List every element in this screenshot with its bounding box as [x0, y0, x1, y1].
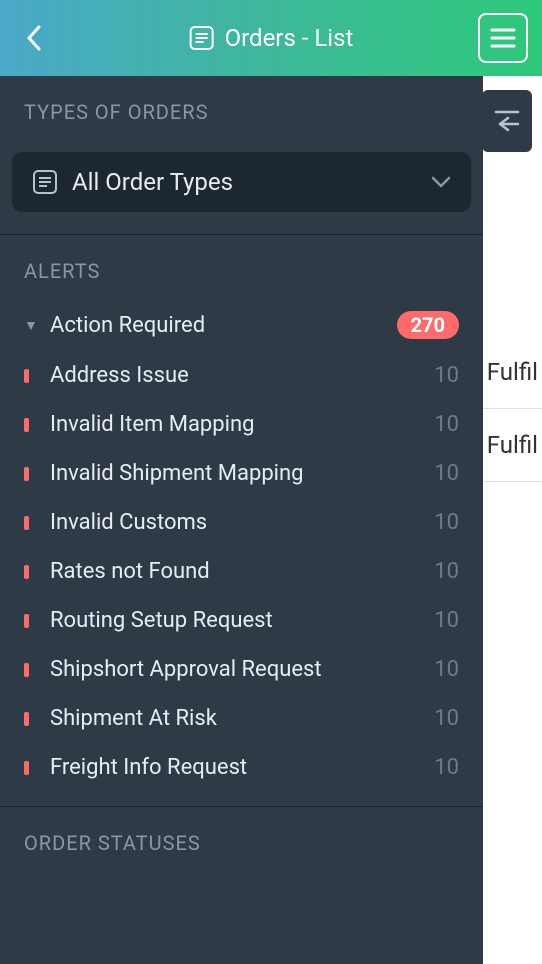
dropdown-value: All Order Types: [72, 168, 417, 196]
order-type-dropdown[interactable]: All Order Types: [12, 152, 471, 212]
alert-item[interactable]: Rates not Found 10: [24, 547, 459, 596]
alert-label: Freight Info Request: [50, 755, 434, 780]
alert-label: Invalid Customs: [50, 510, 434, 535]
alert-indicator-icon: [24, 614, 42, 628]
alert-count: 10: [434, 657, 459, 682]
alert-count: 10: [434, 363, 459, 388]
chevron-down-icon: [431, 176, 451, 188]
app-header: Orders - List: [0, 0, 542, 76]
alert-label: Rates not Found: [50, 559, 434, 584]
alert-item[interactable]: Invalid Item Mapping 10: [24, 400, 459, 449]
alert-indicator-icon: [24, 663, 42, 677]
alert-count: 10: [434, 510, 459, 535]
alert-label: Shipment At Risk: [50, 706, 434, 731]
section-statuses: ORDER STATUSES: [0, 807, 483, 871]
list-icon: [189, 25, 215, 51]
collapse-sidebar-button[interactable]: [482, 90, 532, 152]
alert-count: 10: [434, 706, 459, 731]
page-title-text: Orders - List: [225, 24, 354, 52]
alert-count: 10: [434, 559, 459, 584]
collapse-icon: [494, 110, 520, 132]
alert-indicator-icon: [24, 369, 42, 383]
chevron-left-icon: [26, 25, 42, 51]
alert-badge: 270: [397, 311, 459, 339]
types-label: TYPES OF ORDERS: [24, 100, 459, 124]
alert-item[interactable]: Shipshort Approval Request 10: [24, 645, 459, 694]
alert-indicator-icon: [24, 712, 42, 726]
alert-count: 10: [434, 461, 459, 486]
list-icon: [32, 169, 58, 195]
alert-item[interactable]: Routing Setup Request 10: [24, 596, 459, 645]
alert-item[interactable]: Invalid Customs 10: [24, 498, 459, 547]
alert-label: Routing Setup Request: [50, 608, 434, 633]
alert-indicator-icon: [24, 516, 42, 530]
back-button[interactable]: [14, 18, 54, 58]
menu-button[interactable]: [478, 13, 528, 63]
alert-item[interactable]: Freight Info Request 10: [24, 743, 459, 792]
hamburger-icon: [490, 28, 516, 48]
alert-indicator-icon: [24, 565, 42, 579]
alert-indicator-icon: [24, 418, 42, 432]
alerts-label: ALERTS: [24, 259, 459, 283]
statuses-label: ORDER STATUSES: [24, 831, 459, 855]
alert-indicator-icon: [24, 467, 42, 481]
caret-down-icon: ▼: [24, 317, 42, 334]
alert-label: Shipshort Approval Request: [50, 657, 434, 682]
alert-label: Invalid Shipment Mapping: [50, 461, 434, 486]
alert-count: 10: [434, 412, 459, 437]
alert-label: Address Issue: [50, 363, 434, 388]
alert-label: Action Required: [50, 313, 397, 338]
alert-item[interactable]: Shipment At Risk 10: [24, 694, 459, 743]
page-title: Orders - List: [189, 24, 354, 52]
section-types: TYPES OF ORDERS: [0, 76, 483, 140]
alert-count: 10: [434, 608, 459, 633]
alert-count: 10: [434, 755, 459, 780]
alert-indicator-icon: [24, 761, 42, 775]
sidebar: TYPES OF ORDERS All Order Types ALERTS ▼…: [0, 76, 483, 964]
alert-action-required[interactable]: ▼ Action Required 270: [24, 299, 459, 351]
section-alerts: ALERTS: [0, 235, 483, 299]
alerts-list: ▼ Action Required 270 Address Issue 10 I…: [0, 299, 483, 792]
alert-item[interactable]: Invalid Shipment Mapping 10: [24, 449, 459, 498]
alert-item[interactable]: Address Issue 10: [24, 351, 459, 400]
alert-label: Invalid Item Mapping: [50, 412, 434, 437]
